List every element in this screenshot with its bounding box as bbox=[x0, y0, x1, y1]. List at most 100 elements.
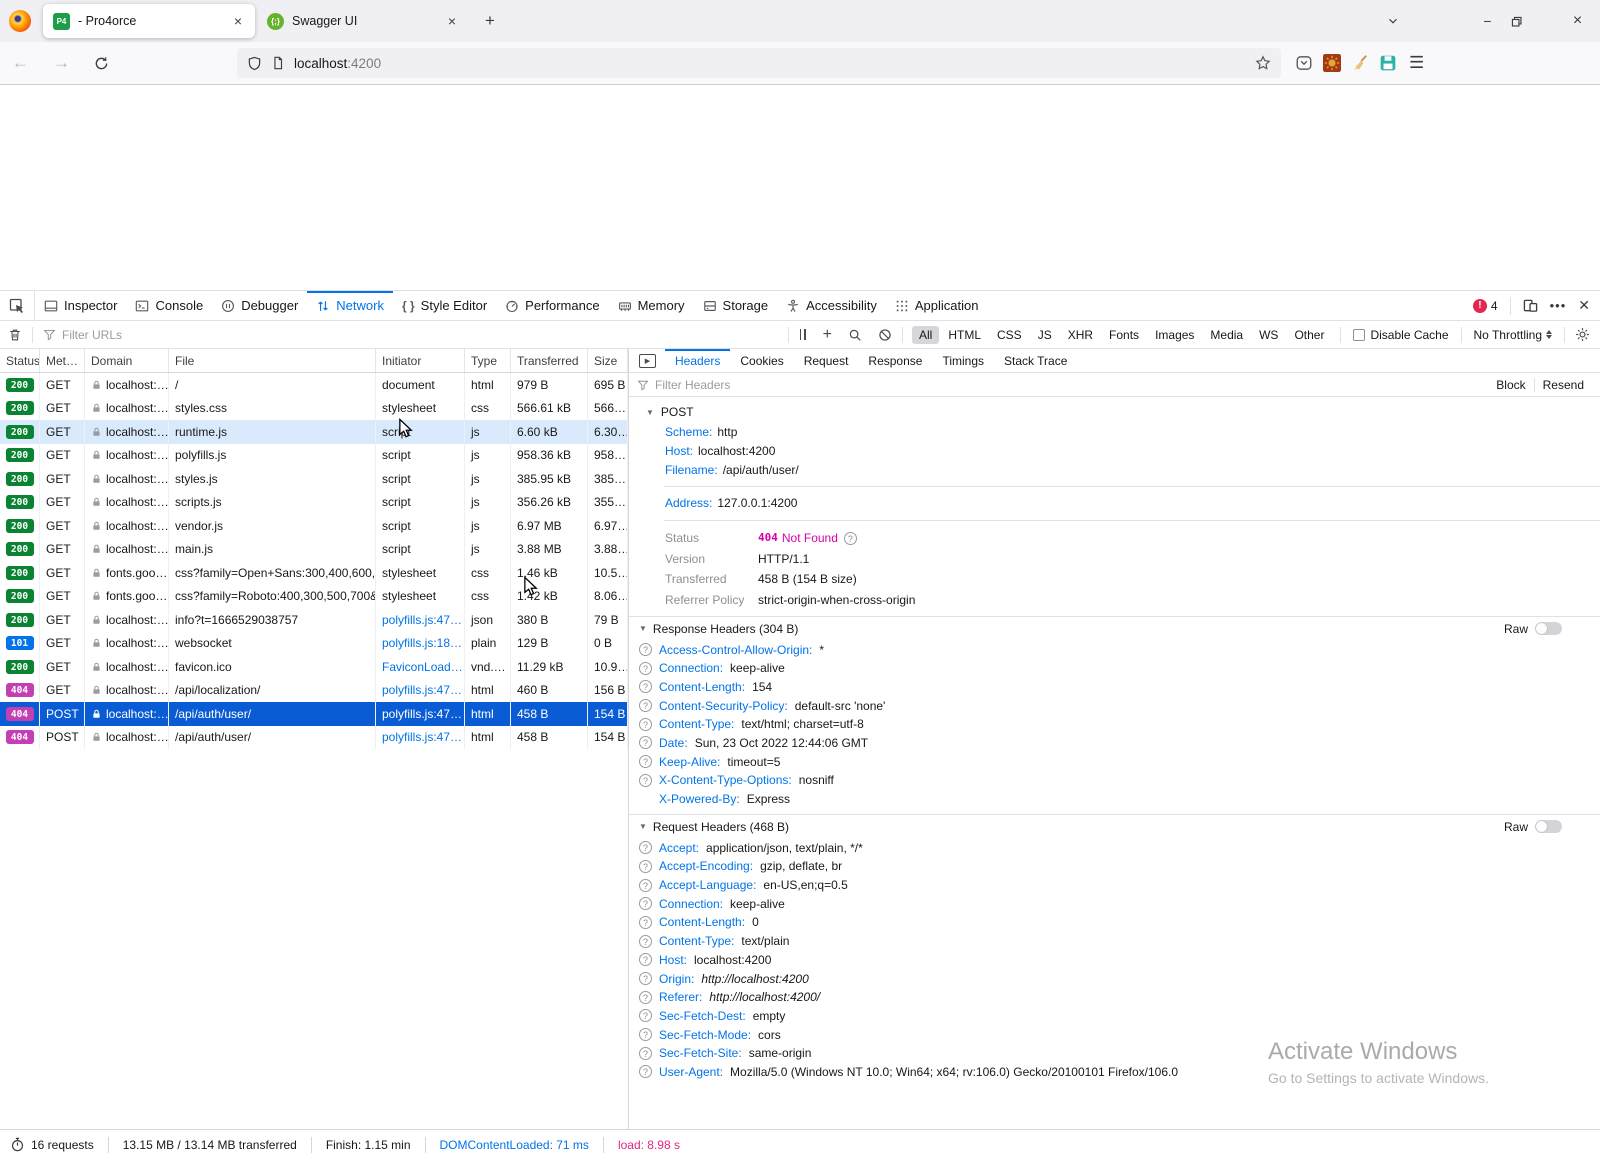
header-row[interactable]: ? Connection: keep-alive bbox=[629, 659, 1600, 678]
request-row[interactable]: 200 GET localhost:… vendor.js script js 6.97 M… bbox=[0, 514, 628, 538]
help-icon[interactable]: ? bbox=[639, 841, 652, 855]
block-url-button[interactable]: Block bbox=[1488, 378, 1533, 392]
devtools-tab-style-editor[interactable]: { } Style Editor bbox=[393, 291, 496, 320]
details-tab-stack-trace[interactable]: Stack Trace bbox=[994, 349, 1077, 372]
help-icon[interactable]: ? bbox=[639, 1065, 652, 1079]
tab-close-icon[interactable]: × bbox=[229, 12, 247, 30]
help-icon[interactable]: ? bbox=[639, 878, 652, 892]
header-row[interactable]: ? Keep-Alive: timeout=5 bbox=[629, 752, 1600, 771]
column-header-status[interactable]: Status bbox=[0, 349, 40, 372]
request-row[interactable]: 404 POST localhost:…/api/auth/user/polyfil… bbox=[0, 702, 628, 726]
new-request-button[interactable]: + bbox=[815, 326, 840, 344]
initiator-link[interactable]: polyfills.js:47… bbox=[382, 730, 462, 744]
raw-toggle[interactable] bbox=[1535, 820, 1562, 834]
request-row[interactable]: 200 GET localhost:… / document html 979 B 695 B bbox=[0, 373, 628, 397]
help-icon[interactable]: ? bbox=[639, 1028, 652, 1042]
devtools-tab-storage[interactable]: Storage bbox=[694, 291, 778, 320]
help-icon[interactable]: ? bbox=[639, 915, 652, 929]
header-row[interactable]: ? Sec-Fetch-Mode: cors bbox=[629, 1025, 1600, 1044]
header-row[interactable]: ? User-Agent: Mozilla/5.0 (Windows NT 10.0… bbox=[629, 1063, 1600, 1082]
header-row[interactable]: ? Host: localhost:4200 bbox=[629, 951, 1600, 970]
responsive-design-icon[interactable] bbox=[1523, 298, 1538, 313]
request-row[interactable]: 404 GET localhost:…/api/localization/polyf… bbox=[0, 678, 628, 702]
header-row[interactable]: ? Accept-Language: en-US,en;q=0.5 bbox=[629, 876, 1600, 895]
devtools-tab-console[interactable]: Console bbox=[126, 291, 212, 320]
header-row[interactable]: ? Content-Security-Policy: default-src 'no… bbox=[629, 696, 1600, 715]
header-row[interactable]: ? Accept-Encoding: gzip, deflate, br bbox=[629, 857, 1600, 876]
details-tab-request[interactable]: Request bbox=[794, 349, 859, 372]
filter-urls-input[interactable] bbox=[62, 327, 282, 342]
help-icon[interactable]: ? bbox=[639, 1009, 652, 1023]
devtools-tab-debugger[interactable]: Debugger bbox=[212, 291, 307, 320]
type-filter-fonts[interactable]: Fonts bbox=[1102, 326, 1146, 344]
search-button[interactable] bbox=[840, 328, 870, 342]
column-header-domain[interactable]: Domain bbox=[85, 349, 169, 372]
help-icon[interactable]: ? bbox=[639, 1046, 652, 1060]
column-header-file[interactable]: File bbox=[169, 349, 376, 372]
request-row[interactable]: 200 GET fonts.goo… css?family=Open+Sans:300… bbox=[0, 561, 628, 585]
header-row[interactable]: ? X-Content-Type-Options: nosniff bbox=[629, 771, 1600, 790]
help-icon[interactable]: ? bbox=[639, 859, 652, 873]
column-header-initiator[interactable]: Initiator bbox=[376, 349, 465, 372]
header-row[interactable]: ? Connection: keep-alive bbox=[629, 894, 1600, 913]
resend-button[interactable]: Resend bbox=[1535, 378, 1592, 392]
devtools-tab-accessibility[interactable]: Accessibility bbox=[777, 291, 886, 320]
header-row[interactable]: ? Content-Type: text/html; charset=utf-8 bbox=[629, 715, 1600, 734]
request-row[interactable]: 200 GET localhost:… info?t=1666529038757 pol… bbox=[0, 608, 628, 632]
bookmark-star-icon[interactable] bbox=[1255, 55, 1271, 71]
browser-tab[interactable]: P4 - Pro4orce × bbox=[43, 4, 255, 38]
column-header-transferred[interactable]: Transferred bbox=[511, 349, 588, 372]
request-row[interactable]: 200 GET localhost:… main.js script js 3.88 MB 3… bbox=[0, 537, 628, 561]
back-button[interactable]: ← bbox=[0, 49, 41, 77]
details-tab-headers[interactable]: Headers bbox=[665, 349, 730, 372]
column-header-type[interactable]: Type bbox=[465, 349, 511, 372]
devtools-menu-icon[interactable]: ••• bbox=[1550, 298, 1567, 313]
help-icon[interactable]: ? bbox=[639, 934, 652, 948]
help-icon[interactable]: ? bbox=[639, 953, 652, 967]
devtools-tab-memory[interactable]: Memory bbox=[609, 291, 694, 320]
url-text[interactable]: localhost:4200 bbox=[294, 56, 1246, 71]
type-filter-html[interactable]: HTML bbox=[941, 326, 988, 344]
shield-icon[interactable] bbox=[247, 56, 262, 71]
header-row[interactable]: ? Content-Type: text/plain bbox=[629, 932, 1600, 951]
help-icon[interactable]: ? bbox=[639, 736, 652, 750]
request-summary-header[interactable]: ▼ POST bbox=[646, 405, 1600, 419]
network-settings-button[interactable] bbox=[1567, 327, 1600, 342]
minimize-button[interactable]: − bbox=[1465, 13, 1510, 29]
help-icon[interactable]: ? bbox=[639, 897, 652, 911]
help-icon[interactable]: ? bbox=[639, 755, 652, 769]
close-window-button[interactable]: × bbox=[1555, 12, 1600, 30]
type-filter-js[interactable]: JS bbox=[1031, 326, 1059, 344]
type-filter-images[interactable]: Images bbox=[1148, 326, 1201, 344]
header-row[interactable]: ? Referer: http://localhost:4200/ bbox=[629, 988, 1600, 1007]
request-row[interactable]: 101 GET localhost:… websocket polyfills.js:1… bbox=[0, 631, 628, 655]
firefox-logo-icon[interactable] bbox=[9, 10, 31, 32]
header-row[interactable]: ? Access-Control-Allow-Origin: * bbox=[629, 640, 1600, 659]
devtools-tab-inspector[interactable]: Inspector bbox=[35, 291, 126, 320]
request-row[interactable]: 200 GET fonts.goo… css?family=Roboto:400,30… bbox=[0, 584, 628, 608]
extension-broom-icon[interactable] bbox=[1351, 54, 1369, 72]
type-filter-other[interactable]: Other bbox=[1287, 326, 1331, 344]
extension-orange-icon[interactable] bbox=[1323, 54, 1341, 72]
help-icon[interactable]: ? bbox=[639, 773, 652, 787]
browser-tab[interactable]: {;} Swagger UI × bbox=[257, 4, 469, 38]
help-icon[interactable]: ? bbox=[639, 717, 652, 731]
column-header-size[interactable]: Size bbox=[588, 349, 628, 372]
help-icon[interactable]: ? bbox=[639, 643, 652, 657]
extension-save-icon[interactable] bbox=[1379, 54, 1397, 72]
type-filter-all[interactable]: All bbox=[911, 325, 940, 344]
help-icon[interactable]: ? bbox=[639, 661, 652, 675]
pocket-icon[interactable] bbox=[1295, 54, 1313, 72]
devtools-tab-performance[interactable]: Performance bbox=[496, 291, 608, 320]
initiator-link[interactable]: polyfills.js:47… bbox=[382, 707, 462, 721]
header-row[interactable]: X-Powered-By: Express bbox=[629, 790, 1600, 809]
header-row[interactable]: ? Origin: http://localhost:4200 bbox=[629, 969, 1600, 988]
request-headers-title-row[interactable]: ▼ Request Headers (468 B) Raw bbox=[629, 815, 1600, 838]
reload-button[interactable] bbox=[82, 52, 121, 75]
type-filter-ws[interactable]: WS bbox=[1252, 326, 1285, 344]
filter-headers-input[interactable] bbox=[655, 377, 1483, 392]
details-tab-response[interactable]: Response bbox=[858, 349, 932, 372]
request-row[interactable]: 200 GET localhost:… scripts.js script js 356.2… bbox=[0, 490, 628, 514]
header-row[interactable]: ? Content-Length: 154 bbox=[629, 678, 1600, 697]
disable-cache-checkbox[interactable]: Disable Cache bbox=[1343, 328, 1458, 342]
